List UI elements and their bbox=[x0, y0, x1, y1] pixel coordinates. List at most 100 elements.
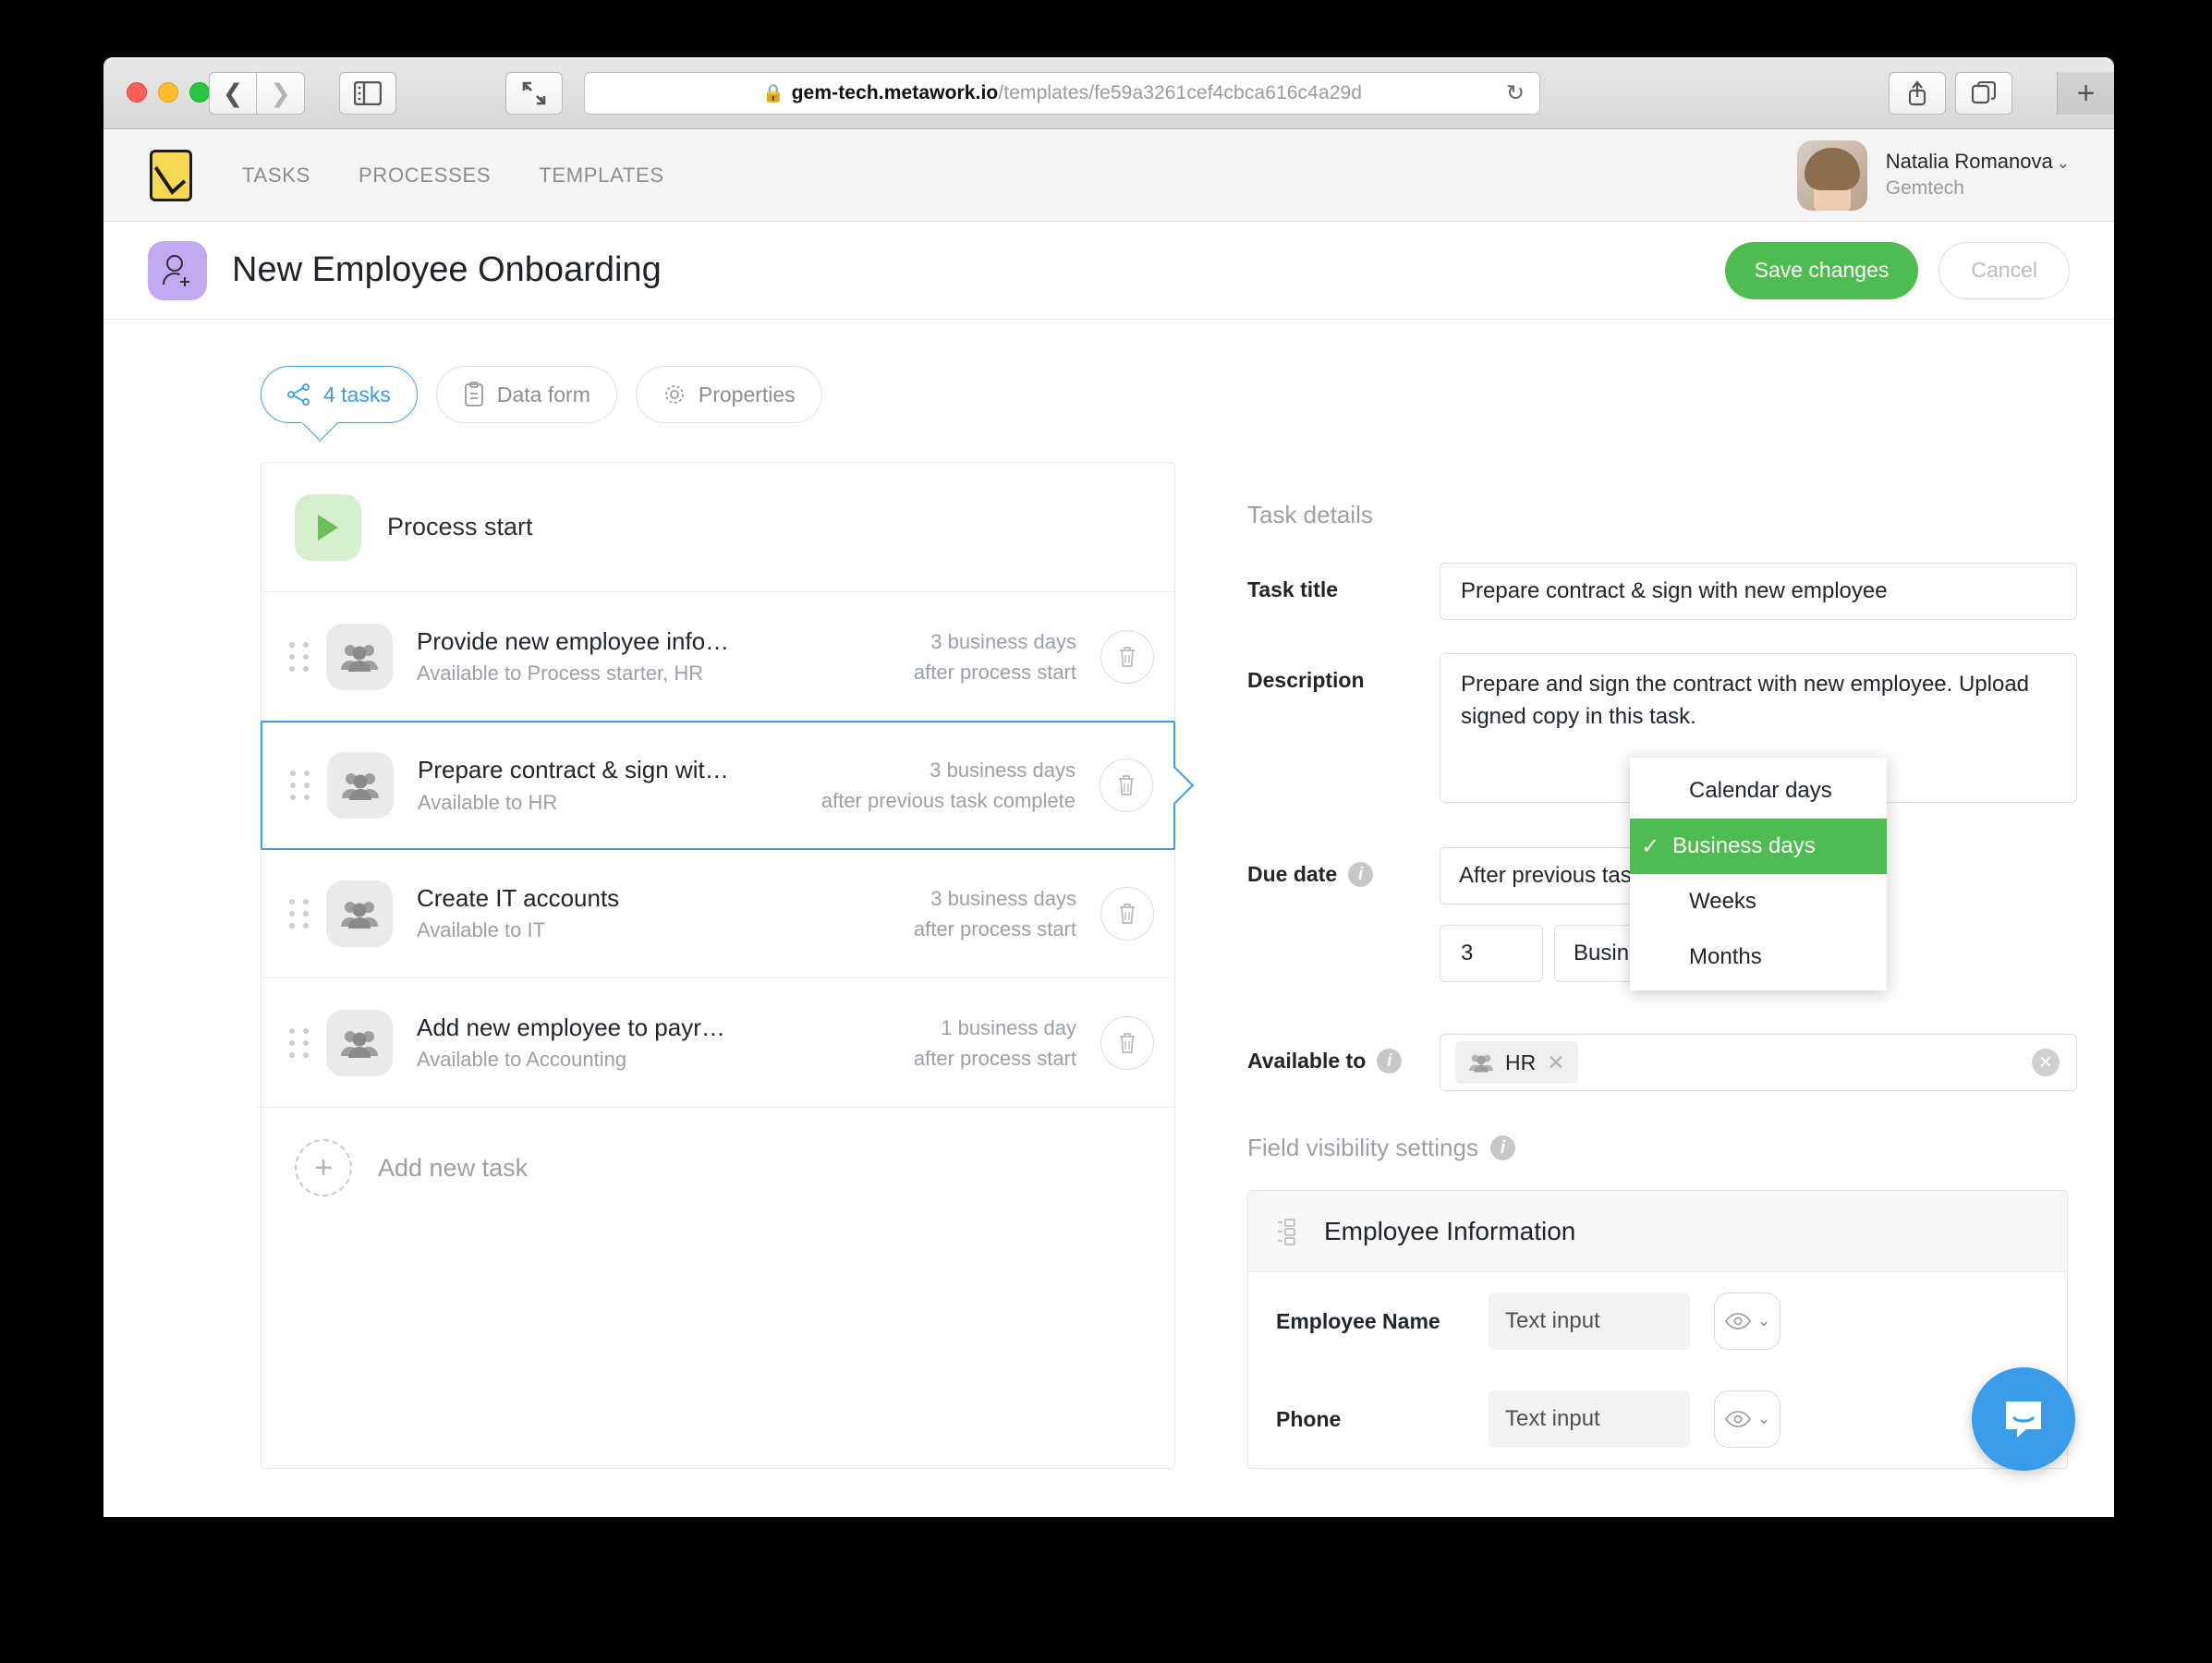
clipboard-icon bbox=[464, 382, 483, 407]
task-info: Add new employee to payr… Available to A… bbox=[417, 1011, 914, 1075]
task-info: Prepare contract & sign wit… Available t… bbox=[418, 753, 821, 818]
user-menu[interactable]: Natalia Romanova ⌄ Gemtech bbox=[1796, 140, 2070, 211]
user-name: Natalia Romanova bbox=[1885, 150, 2053, 174]
role-chip-label: HR bbox=[1505, 1050, 1537, 1074]
info-icon[interactable]: i bbox=[1348, 862, 1374, 887]
address-bar[interactable]: 🔒 gem-tech.metawork.io/templates/fe59a32… bbox=[584, 72, 1540, 115]
lock-icon: 🔒 bbox=[761, 84, 784, 103]
field-visibility-label: Field visibility settings bbox=[1247, 1134, 1478, 1161]
form-field-label: Employee Name bbox=[1276, 1308, 1440, 1333]
user-org: Gemtech bbox=[1885, 177, 1964, 200]
tab-data-form[interactable]: Data form bbox=[435, 366, 617, 423]
avatar bbox=[1796, 140, 1867, 211]
delete-task-button[interactable] bbox=[1100, 886, 1154, 941]
dropdown-option-calendar-days[interactable]: Calendar days bbox=[1630, 763, 1887, 819]
window-controls bbox=[127, 82, 210, 103]
share-icon[interactable] bbox=[1889, 72, 1946, 115]
visibility-toggle-button[interactable]: ⌄ bbox=[1714, 1390, 1781, 1448]
delete-task-button[interactable] bbox=[1100, 629, 1154, 684]
people-icon bbox=[326, 880, 393, 947]
task-availability: Available to Process starter, HR bbox=[417, 662, 704, 686]
task-due-when: after previous task complete bbox=[820, 789, 1076, 812]
nav-buttons: ❮ ❯ bbox=[209, 72, 305, 115]
due-date-label: Due date i bbox=[1247, 847, 1440, 887]
table-row[interactable]: Prepare contract & sign wit… Available t… bbox=[261, 721, 1175, 850]
new-tab-button[interactable]: + bbox=[2057, 72, 2114, 115]
form-field-input[interactable]: Text input bbox=[1489, 1390, 1690, 1448]
visibility-toggle-button[interactable]: ⌄ bbox=[1714, 1293, 1781, 1350]
dropdown-option-weeks[interactable]: Weeks bbox=[1630, 874, 1887, 929]
add-new-task-button[interactable]: + Add new task bbox=[261, 1108, 1174, 1228]
description-label: Description bbox=[1247, 668, 1365, 692]
minimize-window-button[interactable] bbox=[158, 82, 178, 103]
eye-icon bbox=[1724, 1313, 1751, 1329]
task-availability: Available to Accounting bbox=[417, 1048, 627, 1072]
maximize-window-button[interactable] bbox=[189, 82, 210, 103]
chevron-down-icon[interactable]: ⌄ bbox=[2057, 154, 2070, 172]
tab-properties-label: Properties bbox=[698, 382, 796, 407]
task-due-amount: 3 business days bbox=[930, 629, 1076, 653]
clear-field-button[interactable]: ✕ bbox=[2032, 1049, 2060, 1076]
available-to-label-text: Available to bbox=[1247, 1049, 1367, 1073]
due-amount-input[interactable]: 3 bbox=[1440, 925, 1543, 982]
task-info: Provide new employee info… Available to … bbox=[417, 625, 914, 689]
task-info: Create IT accounts Available to IT bbox=[417, 881, 914, 946]
forward-button[interactable]: ❯ bbox=[257, 72, 305, 115]
available-to-input[interactable]: HR ✕ ✕ bbox=[1440, 1034, 2077, 1091]
nav-link-processes[interactable]: PROCESSES bbox=[359, 164, 491, 188]
available-to-label: Available to i bbox=[1247, 1034, 1440, 1074]
browser-window: ❮ ❯ 🔒 gem-tech.metawork.io/templates/fe5… bbox=[103, 57, 2114, 1517]
task-title-field: Task title Prepare contract & sign with … bbox=[1247, 563, 2114, 620]
url-text: gem-tech.metawork.io/templates/fe59a3261… bbox=[791, 82, 1363, 103]
task-availability: Available to HR bbox=[418, 790, 558, 814]
drag-handle-icon[interactable] bbox=[289, 898, 310, 929]
role-chip-hr[interactable]: HR ✕ bbox=[1455, 1041, 1578, 1084]
process-start-row[interactable]: Process start bbox=[261, 463, 1174, 592]
check-icon: ✓ bbox=[1641, 833, 1660, 859]
dropdown-option-label: Business days bbox=[1672, 833, 1816, 858]
nav-link-templates[interactable]: TEMPLATES bbox=[539, 164, 663, 188]
drag-handle-icon[interactable] bbox=[289, 641, 310, 672]
nav-link-tasks[interactable]: TASKS bbox=[242, 164, 310, 188]
save-changes-button[interactable]: Save changes bbox=[1724, 241, 1919, 299]
fullscreen-icon[interactable] bbox=[505, 72, 563, 115]
field-visibility-heading: Field visibility settings i bbox=[1247, 1134, 2114, 1162]
cancel-button[interactable]: Cancel bbox=[1939, 241, 2070, 299]
form-list-icon bbox=[1278, 1218, 1295, 1245]
task-title-input[interactable]: Prepare contract & sign with new employe… bbox=[1440, 563, 2077, 620]
task-due-when: after process start bbox=[913, 1046, 1076, 1070]
back-button[interactable]: ❮ bbox=[209, 72, 257, 115]
user-info: Natalia Romanova ⌄ Gemtech bbox=[1886, 148, 2070, 201]
delete-task-button[interactable] bbox=[1100, 1015, 1154, 1070]
intercom-chat-icon[interactable] bbox=[1972, 1367, 2075, 1471]
show-tabs-icon[interactable] bbox=[1955, 72, 2012, 115]
info-icon[interactable]: i bbox=[1489, 1135, 1515, 1160]
table-row[interactable]: Create IT accounts Available to IT 3 bus… bbox=[261, 849, 1174, 978]
browser-titlebar: ❮ ❯ 🔒 gem-tech.metawork.io/templates/fe5… bbox=[103, 57, 2114, 129]
metawork-logo[interactable] bbox=[150, 149, 192, 201]
eye-icon bbox=[1724, 1411, 1751, 1427]
task-due-when: after process start bbox=[913, 660, 1076, 684]
remove-chip-icon[interactable]: ✕ bbox=[1547, 1050, 1564, 1075]
toolbar-right-buttons bbox=[1889, 72, 2012, 115]
info-icon[interactable]: i bbox=[1377, 1049, 1403, 1074]
delete-task-button[interactable] bbox=[1100, 759, 1153, 812]
chevron-down-icon: ⌄ bbox=[1756, 1312, 1771, 1329]
close-window-button[interactable] bbox=[127, 82, 147, 103]
drag-handle-icon[interactable] bbox=[290, 771, 310, 800]
sidebar-toggle-icon[interactable] bbox=[339, 72, 396, 115]
task-list-panel: Process start Provide new employee info…… bbox=[261, 462, 1175, 1469]
table-row[interactable]: Add new employee to payr… Available to A… bbox=[261, 978, 1174, 1108]
new-tab-label: + bbox=[2076, 75, 2096, 111]
page-title: New Employee Onboarding bbox=[232, 250, 662, 289]
dropdown-option-months[interactable]: Months bbox=[1630, 929, 1887, 985]
task-due: 3 business days after process start bbox=[914, 883, 1076, 944]
tab-properties[interactable]: Properties bbox=[635, 366, 822, 423]
tab-tasks[interactable]: 4 tasks bbox=[261, 366, 418, 423]
table-row[interactable]: Provide new employee info… Available to … bbox=[261, 592, 1174, 722]
reload-icon[interactable]: ↻ bbox=[1506, 80, 1525, 107]
drag-handle-icon[interactable] bbox=[289, 1027, 310, 1058]
gear-icon bbox=[664, 385, 684, 404]
form-field-input[interactable]: Text input bbox=[1489, 1293, 1690, 1350]
dropdown-option-business-days[interactable]: ✓ Business days bbox=[1630, 819, 1887, 874]
